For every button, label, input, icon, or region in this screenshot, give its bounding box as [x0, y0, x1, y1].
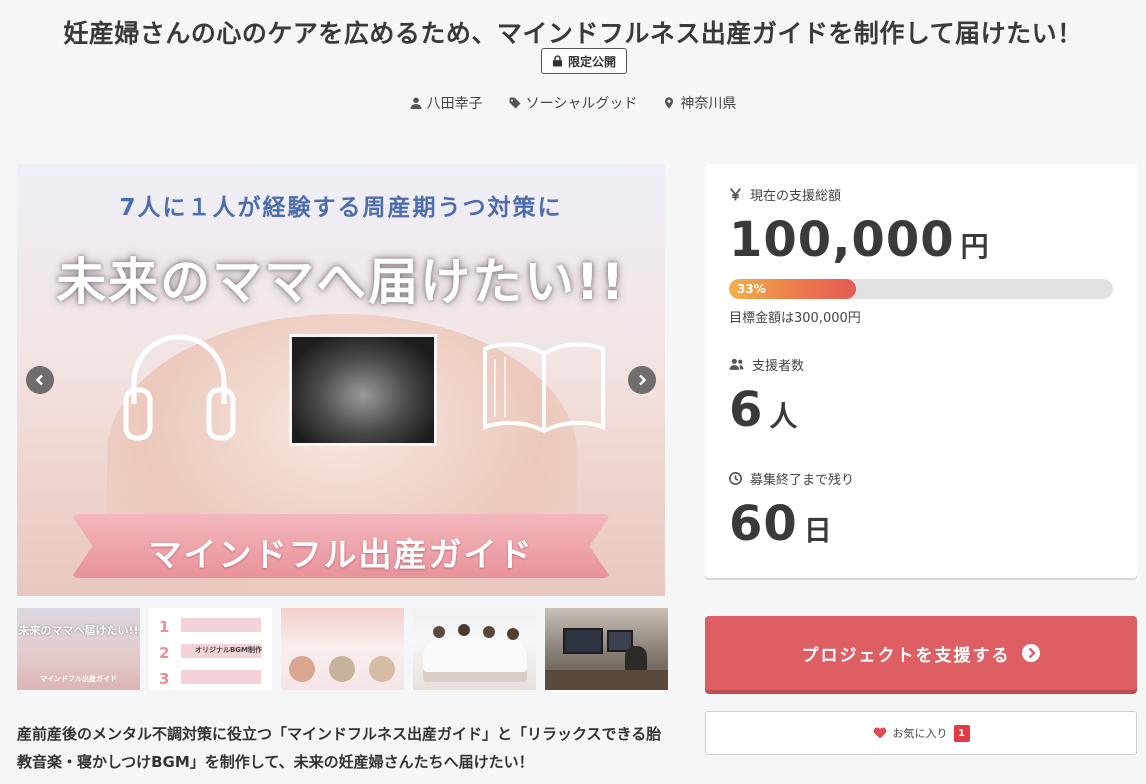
visibility-badge-label: 限定公開 — [567, 54, 616, 69]
thumbnail-2-sub: オリジナルBGM制作 — [194, 646, 263, 654]
users-icon — [729, 358, 744, 370]
arrow-circle-right-icon — [1021, 644, 1040, 662]
funding-progress-text: 33% — [737, 282, 766, 296]
project-meta: 八田幸子 ソーシャルグッド 神奈川県 — [0, 93, 1146, 113]
chevron-right-icon — [639, 374, 647, 386]
thumbnail-3[interactable] — [281, 608, 404, 690]
carousel-next-button[interactable] — [628, 366, 656, 394]
total-amount-unit: 円 — [960, 230, 989, 263]
open-book-icon — [483, 342, 605, 434]
funding-stats-card: 現在の支援総額 100,000 円 33% 目標金額は300,000円 支援者数… — [705, 164, 1137, 578]
thumbnail-1-sub: マインドフル出産ガイド — [40, 675, 117, 683]
thumbnail-4[interactable] — [413, 608, 536, 690]
lock-icon — [552, 55, 563, 67]
remaining-unit: 日 — [803, 514, 832, 547]
hero-image-carousel[interactable]: 7人に１人が経験する周産期うつ対策に 未来のママへ届けたい!! マインドフル出産… — [17, 164, 665, 596]
category-link[interactable]: ソーシャルグッド — [509, 93, 638, 113]
thumbnail-strip: 未来のママへ届けたい!! マインドフル出産ガイド 123 オリジナルBGM制作 — [17, 608, 668, 690]
supporters-label: 支援者数 — [729, 355, 804, 374]
thumbnail-1[interactable]: 未来のママへ届けたい!! マインドフル出産ガイド — [17, 608, 140, 690]
total-amount-label: 現在の支援総額 — [729, 185, 841, 204]
support-project-button[interactable]: プロジェクトを支援する — [705, 616, 1137, 690]
supporters-number: 6 — [729, 382, 764, 438]
tag-icon — [509, 97, 521, 109]
owner-link[interactable]: 八田幸子 — [410, 93, 483, 113]
ultrasound-photo — [289, 334, 437, 446]
remaining-number: 60 — [729, 496, 798, 552]
heart-icon — [873, 727, 886, 739]
category-name: ソーシャルグッド — [525, 96, 638, 112]
hero-ribbon-text: マインドフル出産ガイド — [148, 535, 534, 574]
support-project-label: プロジェクトを支援する — [801, 645, 1011, 666]
owner-name: 八田幸子 — [426, 96, 483, 112]
supporters-unit: 人 — [769, 400, 798, 433]
funding-progress-bar: 33% — [729, 279, 1113, 299]
remaining-label: 募集終了まで残り — [729, 469, 854, 488]
total-amount-value: 100,000 円 — [729, 212, 989, 268]
thumbnail-1-caption: 未来のママへ届けたい!! — [18, 624, 139, 637]
hero-headline: 未来のママへ届けたい!! — [56, 253, 626, 311]
hero-tagline: 7人に１人が経験する周産期うつ対策に — [119, 195, 563, 221]
thumbnail-2[interactable]: 123 オリジナルBGM制作 — [149, 608, 272, 690]
visibility-badge: 限定公開 — [541, 48, 627, 74]
funding-progress-fill: 33% — [729, 279, 856, 299]
yen-icon — [729, 188, 742, 201]
favorite-label: お気に入り — [892, 727, 948, 740]
headphones-icon — [123, 334, 236, 441]
supporters-value: 6 人 — [729, 382, 797, 438]
location-link[interactable]: 神奈川県 — [663, 93, 736, 113]
favorite-button[interactable]: お気に入り 1 — [705, 711, 1137, 755]
remaining-value: 60 日 — [729, 496, 832, 552]
clock-icon — [729, 472, 742, 485]
total-amount-number: 100,000 — [729, 212, 955, 268]
location-name: 神奈川県 — [680, 96, 737, 112]
thumbnail-5[interactable] — [545, 608, 668, 690]
carousel-prev-button[interactable] — [26, 366, 54, 394]
page-title: 妊産婦さんの心のケアを広めるため、マインドフルネス出産ガイドを制作して届けたい！ — [63, 19, 1083, 48]
favorite-count-badge: 1 — [953, 724, 970, 742]
goal-amount-text: 目標金額は300,000円 — [729, 311, 861, 326]
user-icon — [410, 97, 422, 109]
project-summary: 産前産後のメンタル不調対策に役立つ「マインドフルネス出産ガイド」と「リラックスで… — [17, 725, 662, 771]
chevron-left-icon — [35, 374, 43, 386]
map-pin-icon — [665, 97, 674, 109]
